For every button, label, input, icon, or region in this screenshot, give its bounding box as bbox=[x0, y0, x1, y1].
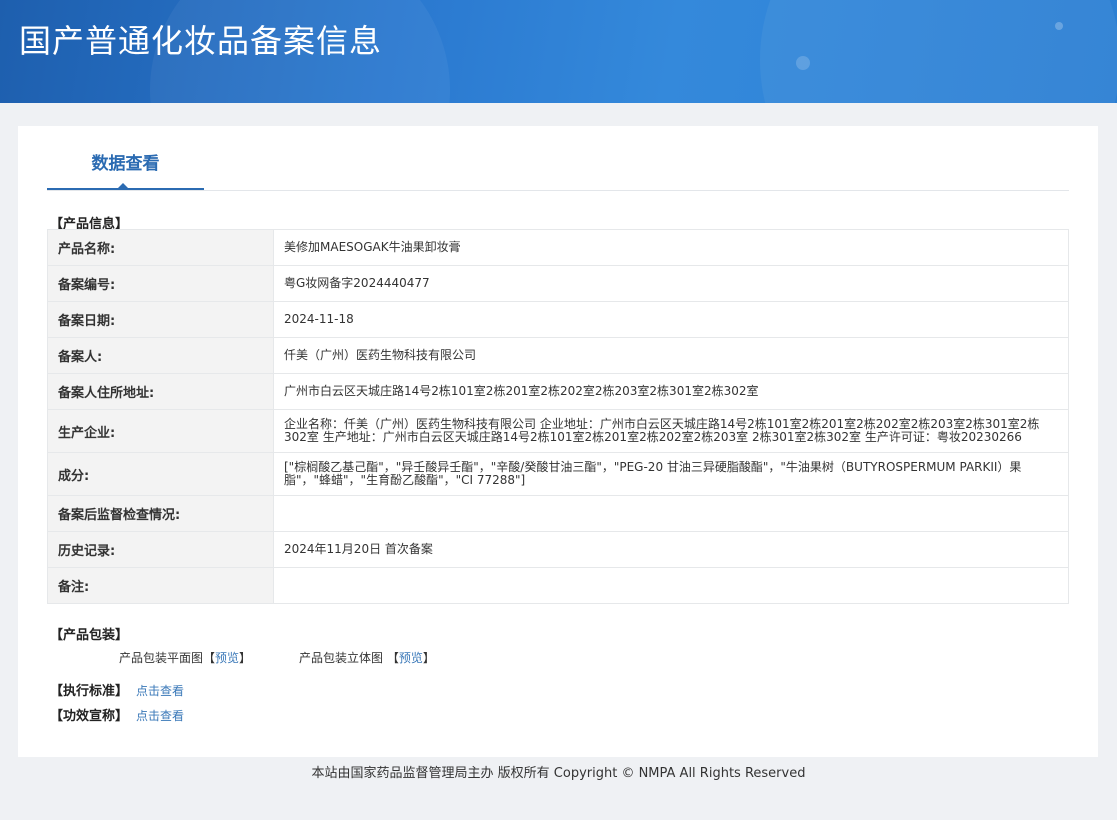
table-row: 备案人住所地址: 广州市白云区天城庄路14号2栋101室2栋201室2栋202室… bbox=[47, 373, 1069, 410]
page-title: 国产普通化妆品备案信息 bbox=[19, 22, 383, 60]
efficacy-row: 【功效宣称】 点击查看 bbox=[50, 705, 184, 724]
table-row: 备案人: 仟美（广州）医药生物科技有限公司 bbox=[47, 337, 1069, 374]
packaging-solid-item: 产品包装立体图 【预览】 bbox=[299, 649, 435, 666]
page-header: 国产普通化妆品备案信息 bbox=[0, 0, 1117, 103]
bracket-close: 】 bbox=[239, 651, 252, 665]
bracket-close: 】 bbox=[422, 651, 435, 665]
supervision-value bbox=[273, 495, 1069, 532]
registrant-address-label: 备案人住所地址: bbox=[47, 373, 274, 410]
registration-number-label: 备案编号: bbox=[47, 265, 274, 302]
packaging-solid-preview-link[interactable]: 预览 bbox=[399, 651, 423, 665]
packaging-flat-label: 产品包装平面图 bbox=[119, 651, 204, 665]
manufacturer-label: 生产企业: bbox=[47, 409, 274, 453]
registrant-value: 仟美（广州）医药生物科技有限公司 bbox=[273, 337, 1069, 374]
table-row: 历史记录: 2024年11月20日 首次备案 bbox=[47, 531, 1069, 568]
table-row: 备案后监督检查情况: bbox=[47, 495, 1069, 532]
ingredients-value: ["棕榈酸乙基己酯"，"异壬酸异壬酯"，"辛酸/癸酸甘油三酯"，"PEG-20 … bbox=[273, 452, 1069, 496]
history-label: 历史记录: bbox=[47, 531, 274, 568]
registration-date-value: 2024-11-18 bbox=[273, 301, 1069, 338]
product-info-table: 产品名称: 美修加MAESOGAK牛油果卸妆膏 备案编号: 粤G妆网备字2024… bbox=[47, 229, 1069, 604]
product-name-label: 产品名称: bbox=[47, 229, 274, 266]
standard-row: 【执行标准】 点击查看 bbox=[50, 680, 184, 699]
tab-label: 数据查看 bbox=[91, 154, 160, 174]
efficacy-view-link[interactable]: 点击查看 bbox=[136, 709, 184, 723]
header-decoration bbox=[1055, 22, 1063, 30]
content-card: 数据查看 【产品信息】 产品名称: 美修加MAESOGAK牛油果卸妆膏 备案编号… bbox=[18, 126, 1098, 757]
registrant-address-value: 广州市白云区天城庄路14号2栋101室2栋201室2栋202室2栋203室2栋3… bbox=[273, 373, 1069, 410]
packaging-flat-item: 产品包装平面图【预览】 bbox=[119, 649, 251, 666]
product-name-value: 美修加MAESOGAK牛油果卸妆膏 bbox=[273, 229, 1069, 266]
ingredients-label: 成分: bbox=[47, 452, 274, 496]
table-row: 产品名称: 美修加MAESOGAK牛油果卸妆膏 bbox=[47, 229, 1069, 266]
tab-bar: 数据查看 bbox=[47, 146, 1069, 191]
registrant-label: 备案人: bbox=[47, 337, 274, 374]
table-row: 备案日期: 2024-11-18 bbox=[47, 301, 1069, 338]
manufacturer-value: 企业名称：仟美（广州）医药生物科技有限公司 企业地址：广州市白云区天城庄路14号… bbox=[273, 409, 1069, 453]
remarks-value bbox=[273, 567, 1069, 604]
bracket-open: 【 bbox=[203, 651, 216, 665]
standard-label: 【执行标准】 bbox=[50, 684, 129, 699]
header-decoration bbox=[796, 56, 810, 70]
packaging-solid-label: 产品包装立体图 bbox=[299, 651, 384, 665]
table-row: 备案编号: 粤G妆网备字2024440477 bbox=[47, 265, 1069, 302]
table-row: 生产企业: 企业名称：仟美（广州）医药生物科技有限公司 企业地址：广州市白云区天… bbox=[47, 409, 1069, 453]
packaging-flat-preview-link[interactable]: 预览 bbox=[215, 651, 239, 665]
page-footer: 本站由国家药品监督管理局主办 版权所有 Copyright © NMPA All… bbox=[311, 766, 806, 781]
efficacy-label: 【功效宣称】 bbox=[50, 709, 129, 724]
bracket-open: 【 bbox=[386, 651, 399, 665]
registration-date-label: 备案日期: bbox=[47, 301, 274, 338]
supervision-label: 备案后监督检查情况: bbox=[47, 495, 274, 532]
remarks-label: 备注: bbox=[47, 567, 274, 604]
header-decoration bbox=[760, 0, 1117, 103]
standard-view-link[interactable]: 点击查看 bbox=[136, 684, 184, 698]
registration-number-value: 粤G妆网备字2024440477 bbox=[273, 265, 1069, 302]
history-value: 2024年11月20日 首次备案 bbox=[273, 531, 1069, 568]
active-tab-caret-icon bbox=[117, 183, 129, 189]
table-row: 备注: bbox=[47, 567, 1069, 604]
tab-data-view[interactable]: 数据查看 bbox=[47, 146, 204, 190]
packaging-section-title: 【产品包装】 bbox=[50, 628, 129, 643]
table-row: 成分: ["棕榈酸乙基己酯"，"异壬酸异壬酯"，"辛酸/癸酸甘油三酯"，"PEG… bbox=[47, 452, 1069, 496]
